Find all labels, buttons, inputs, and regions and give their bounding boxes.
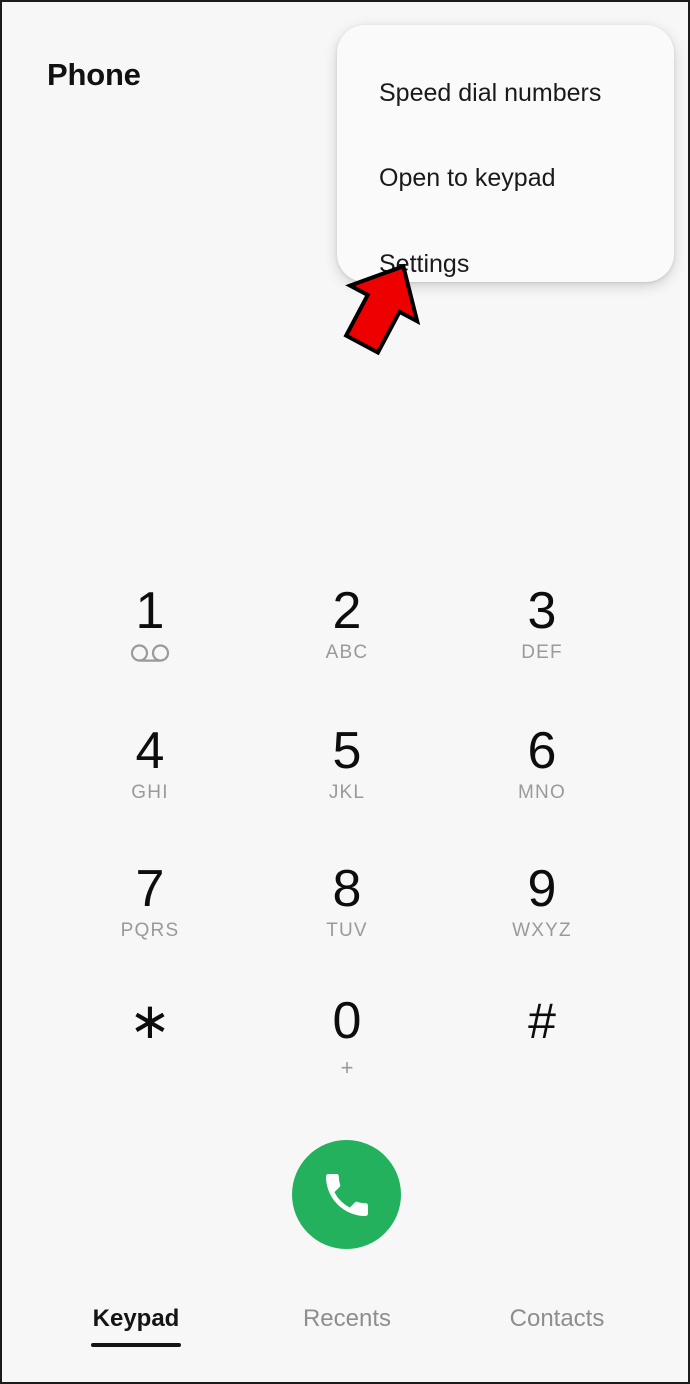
key-4[interactable]: 4 GHI — [60, 722, 240, 805]
bottom-tab-bar: Keypad Recents Contacts — [2, 1302, 688, 1382]
menu-item-open-to-keypad[interactable]: Open to keypad — [379, 162, 556, 194]
key-hash-sub — [452, 1051, 632, 1075]
key-9[interactable]: 9 WXYZ — [452, 860, 632, 943]
key-4-letters: GHI — [131, 782, 169, 803]
key-hash-glyph: # — [528, 993, 556, 1049]
tab-keypad-label: Keypad — [92, 1305, 180, 1332]
key-5-letters: JKL — [328, 782, 366, 803]
key-9-digit: 9 — [527, 860, 557, 918]
key-6-digit: 6 — [527, 722, 557, 780]
voicemail-icon — [60, 643, 240, 667]
key-3-digit: 3 — [527, 582, 557, 640]
tab-keypad[interactable]: Keypad — [21, 1302, 251, 1347]
tab-active-indicator — [90, 1343, 182, 1347]
key-2-digit: 2 — [332, 582, 362, 640]
key-4-digit: 4 — [135, 722, 165, 780]
key-9-letters: WXYZ — [512, 920, 572, 941]
tab-recents[interactable]: Recents — [232, 1302, 462, 1336]
key-5[interactable]: 5 JKL — [257, 722, 437, 805]
key-0-digit: 0 — [332, 992, 362, 1050]
key-3[interactable]: 3 DEF — [452, 582, 632, 665]
keypad: 1 2 ABC 3 DEF 4 GHI 5 JKL 6 MNO 7 PQRS 8… — [2, 558, 688, 1098]
key-6-letters: MNO — [518, 782, 566, 803]
overflow-menu: Speed dial numbers Open to keypad Settin… — [337, 25, 674, 282]
key-8-digit: 8 — [332, 860, 362, 918]
tab-contacts-label: Contacts — [509, 1305, 605, 1332]
key-star-glyph: ∗ — [129, 993, 171, 1049]
menu-item-settings[interactable]: Settings — [379, 248, 469, 280]
key-5-digit: 5 — [332, 722, 362, 780]
key-7[interactable]: 7 PQRS — [60, 860, 240, 943]
key-3-letters: DEF — [521, 642, 563, 663]
key-0[interactable]: 0 + — [257, 992, 437, 1080]
tab-contacts[interactable]: Contacts — [442, 1302, 672, 1336]
page-title: Phone — [47, 57, 141, 92]
key-8-letters: TUV — [326, 920, 368, 941]
key-8[interactable]: 8 TUV — [257, 860, 437, 943]
key-1-digit: 1 — [135, 582, 165, 640]
key-2-letters: ABC — [325, 642, 369, 663]
key-7-letters: PQRS — [120, 920, 180, 941]
phone-handset-icon — [319, 1167, 375, 1223]
key-star[interactable]: ∗ — [60, 992, 240, 1075]
phone-app-screen: Phone Speed dial numbers Open to keypad … — [0, 0, 690, 1384]
key-0-plus: + — [340, 1055, 354, 1080]
menu-item-speed-dial[interactable]: Speed dial numbers — [379, 77, 601, 109]
key-2[interactable]: 2 ABC — [257, 582, 437, 665]
key-6[interactable]: 6 MNO — [452, 722, 632, 805]
key-star-sub — [60, 1051, 240, 1075]
key-1[interactable]: 1 — [60, 582, 240, 667]
key-7-digit: 7 — [135, 860, 165, 918]
call-button[interactable] — [292, 1140, 401, 1249]
tab-recents-label: Recents — [302, 1305, 392, 1332]
key-hash[interactable]: # — [452, 992, 632, 1075]
